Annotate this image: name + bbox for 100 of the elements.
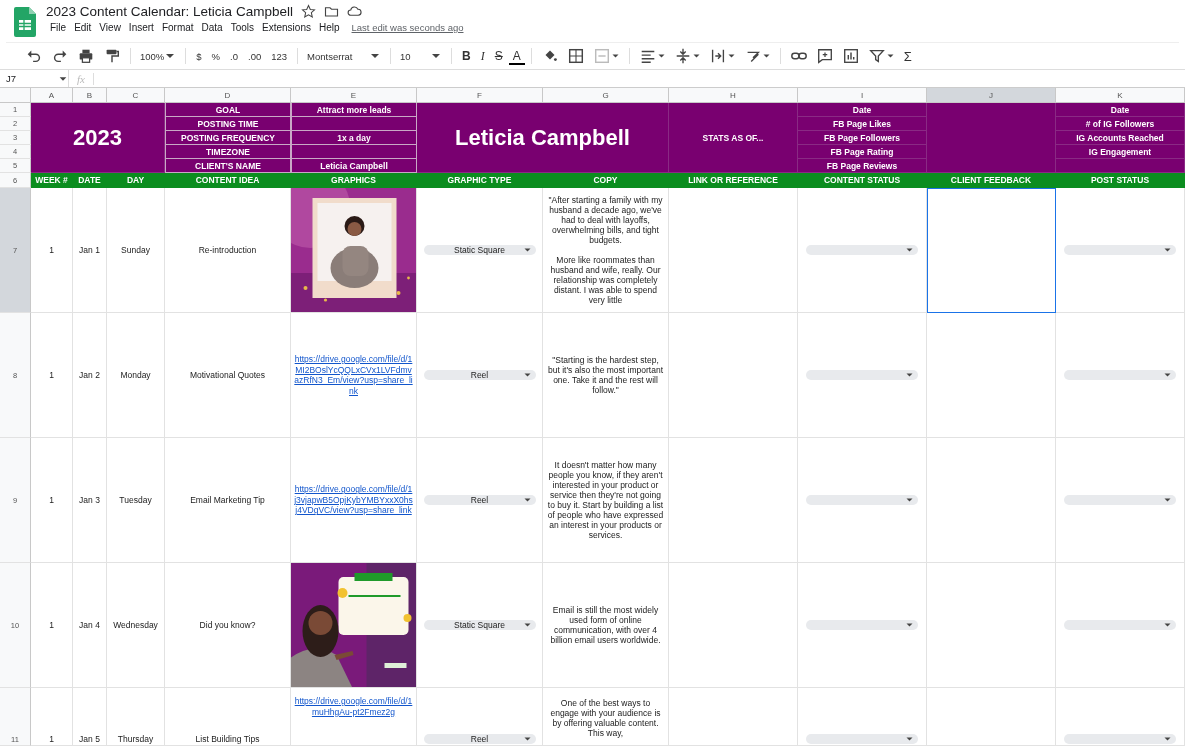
empty-cell[interactable] (669, 188, 798, 313)
dropdown-chip[interactable] (1064, 245, 1176, 255)
caret-icon (905, 371, 914, 379)
field-label: TIMEZONE (165, 145, 291, 159)
color-button[interactable]: A (508, 47, 525, 65)
filter-icon (867, 47, 886, 65)
cloud-icon[interactable] (346, 4, 362, 19)
stat-label: FB Page Likes (798, 117, 927, 131)
empty-cell[interactable] (927, 313, 1056, 438)
folder-icon[interactable] (323, 4, 339, 19)
content-idea: Re-introduction (198, 245, 257, 255)
merge-cells-icon (592, 47, 611, 65)
dropdown-chip[interactable] (806, 245, 918, 255)
dropdown-chip[interactable] (806, 495, 918, 505)
dropdown-chip[interactable] (1064, 370, 1176, 380)
column-header[interactable]: D (165, 88, 291, 103)
empty-cell[interactable] (669, 313, 798, 438)
menu-item[interactable]: Insert (124, 21, 158, 34)
column-header[interactable]: G (543, 88, 669, 103)
column-title: POST STATUS (1056, 173, 1185, 188)
dropdown-chip[interactable] (1064, 495, 1176, 505)
menu-item[interactable]: Edit (70, 21, 96, 34)
name-box[interactable]: J7 (0, 70, 69, 87)
functions-button[interactable]: Σ (899, 46, 916, 66)
number-format-button[interactable]: $ (192, 48, 206, 64)
graphic-link[interactable]: https://drive.google.com/file/d/1MI2BOslYcQQLxCVx1LVFdmvazRfN3_Em/view?usp=share_link (291, 354, 416, 396)
dropdown-chip[interactable] (1064, 734, 1176, 744)
menu-item[interactable]: View (95, 21, 125, 34)
sheets-logo-icon[interactable] (14, 7, 36, 37)
dropdown-chip[interactable] (1064, 620, 1176, 630)
stat-label: FB Page Rating (798, 145, 927, 159)
number-format-button[interactable]: .0 (226, 48, 242, 64)
comment-icon (815, 47, 834, 65)
graphic-link[interactable]: https://drive.google.com/file/d/1muHhgAu-pt2Fmez2g (291, 696, 416, 717)
print-icon (77, 47, 95, 65)
number-format-button[interactable]: 123 (267, 48, 292, 64)
header-cell[interactable] (1056, 159, 1185, 173)
select-all-corner[interactable] (0, 88, 31, 103)
caret-icon (905, 496, 914, 504)
empty-cell[interactable] (927, 688, 1056, 746)
menu-item[interactable]: Data (197, 21, 227, 34)
column-header[interactable]: C (107, 88, 165, 103)
column-header[interactable]: A (31, 88, 73, 103)
caret-icon (1163, 246, 1172, 254)
column-title: LINK OR REFERENCE (669, 173, 798, 188)
stat-label: Date (798, 103, 927, 117)
font-size-dropdown[interactable]: 10 (397, 48, 446, 64)
date-text: Jan 2 (79, 370, 100, 380)
menu-item[interactable]: Help (314, 21, 344, 34)
copy-text: Email is still the most widely used form of online communication, with over 4 billion email users worldwide. (549, 604, 662, 647)
dropdown-chip[interactable]: Reel (423, 370, 536, 380)
column-header[interactable]: B (73, 88, 107, 103)
document-title[interactable]: 2023 Content Calendar: Leticia Campbell (46, 4, 293, 19)
last-edit-link[interactable]: Last edit was seconds ago (351, 22, 464, 33)
stat-label: IG Accounts Reached (1056, 131, 1185, 145)
zoom-dropdown[interactable]: 100% (137, 48, 180, 64)
field-label: POSTING TIME (165, 117, 291, 131)
dropdown-chip[interactable] (806, 734, 918, 744)
column-header[interactable]: I (798, 88, 927, 103)
column-header[interactable]: H (669, 88, 798, 103)
menu-item[interactable]: Format (157, 21, 198, 34)
dropdown-chip[interactable] (806, 620, 918, 630)
selected-cell[interactable] (927, 188, 1056, 313)
borders-icon (566, 47, 585, 65)
empty-cell[interactable] (669, 563, 798, 688)
header-cell[interactable] (927, 103, 1056, 173)
column-title: DATE (73, 173, 107, 188)
field-label: POSTING FREQUENCY (165, 131, 291, 145)
caret-icon (905, 621, 914, 629)
menu-item[interactable]: Extensions (258, 21, 315, 34)
dropdown-chip[interactable]: Reel (423, 495, 536, 505)
italic-button[interactable]: I (476, 46, 489, 66)
content-idea: Email Marketing Tip (190, 495, 265, 505)
number-format-button[interactable]: .00 (244, 48, 266, 64)
column-header[interactable]: K (1056, 88, 1185, 103)
dropdown-chip[interactable]: Static Square (423, 620, 536, 630)
star-icon[interactable] (300, 4, 316, 19)
column-title: COPY (543, 173, 669, 188)
empty-cell[interactable] (669, 688, 798, 746)
menu-item[interactable]: Tools (226, 21, 259, 34)
content-idea: List Building Tips (195, 734, 260, 744)
day-text: Monday (120, 370, 151, 380)
number-format-button[interactable]: % (207, 48, 225, 64)
week-number: 1 (49, 495, 54, 505)
menu-item[interactable]: File (46, 21, 71, 34)
dropdown-chip[interactable] (806, 370, 918, 380)
empty-cell[interactable] (927, 438, 1056, 563)
empty-cell[interactable] (927, 563, 1056, 688)
dropdown-chip[interactable]: Static Square (423, 245, 536, 255)
column-header[interactable]: E (291, 88, 417, 103)
column-header[interactable]: F (417, 88, 543, 103)
week-number: 1 (49, 370, 54, 380)
field-label: CLIENT'S NAME (165, 159, 291, 173)
column-header[interactable]: J (927, 88, 1056, 103)
strike-button[interactable]: S (490, 47, 507, 65)
bold-button[interactable]: B (458, 47, 475, 65)
graphic-link[interactable]: https://drive.google.com/file/d/1j3vjapwB5OpjKybYMBYxxX0hsj4VDgVC/view?usp=share_link (291, 484, 416, 516)
empty-cell[interactable] (669, 438, 798, 563)
dropdown-chip[interactable]: Reel (423, 734, 536, 744)
font-dropdown[interactable]: Montserrat (304, 48, 385, 64)
